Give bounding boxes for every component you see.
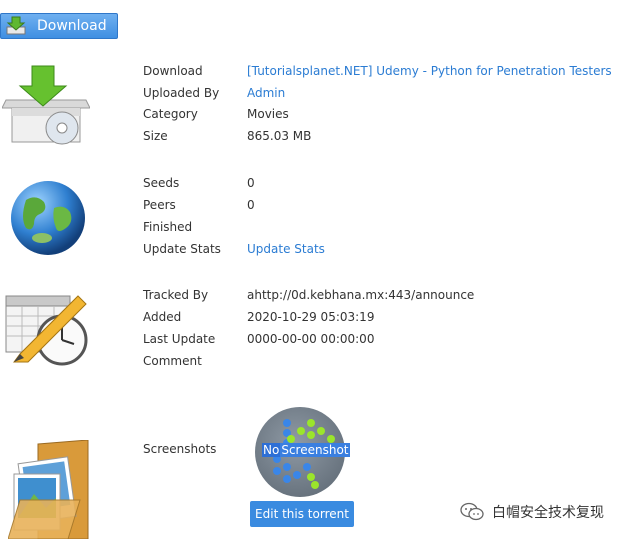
comment-label: Comment — [143, 354, 202, 368]
download-label: Download — [143, 64, 203, 78]
watermark: 白帽安全技术复现 — [460, 502, 604, 522]
category-label: Category — [143, 107, 198, 121]
no-screenshot-rest: Screenshot — [280, 443, 350, 457]
edit-torrent-button[interactable]: Edit this torrent — [250, 501, 354, 527]
peers-value: 0 — [247, 198, 255, 212]
size-value: 865.03 MB — [247, 129, 312, 143]
seeds-value: 0 — [247, 176, 255, 190]
seeds-label: Seeds — [143, 176, 180, 190]
update-stats-link[interactable]: Update Stats — [247, 242, 325, 256]
added-value: 2020-10-29 05:03:19 — [247, 310, 375, 324]
globe-icon — [8, 178, 88, 258]
download-icon — [1, 13, 31, 39]
last-update-value: 0000-00-00 00:00:00 — [247, 332, 375, 346]
finished-label: Finished — [143, 220, 193, 234]
added-label: Added — [143, 310, 182, 324]
tracked-by-label: Tracked By — [143, 288, 209, 302]
calendar-clock-icon — [4, 290, 92, 368]
no-screenshot-no: No — [262, 443, 281, 457]
screenshots-label: Screenshots — [143, 442, 217, 456]
download-button[interactable]: Download — [0, 13, 118, 39]
update-stats-label: Update Stats — [143, 242, 221, 256]
size-label: Size — [143, 129, 168, 143]
download-box-disc-icon — [1, 64, 91, 148]
peers-label: Peers — [143, 198, 176, 212]
wechat-bubble-icon — [460, 502, 484, 521]
uploader-link[interactable]: Admin — [247, 86, 285, 100]
tracker-url: ahttp://0d.kebhana.mx:443/announce — [247, 288, 475, 302]
category-value: Movies — [247, 107, 289, 121]
folder-pictures-icon — [7, 439, 92, 540]
torrent-name-link[interactable]: [Tutorialsplanet.NET] Udemy - Python for… — [247, 64, 612, 78]
uploaded-by-label: Uploaded By — [143, 86, 220, 100]
last-update-label: Last Update — [143, 332, 216, 346]
watermark-text: 白帽安全技术复现 — [492, 505, 604, 521]
no-screenshot-text: No Screenshot — [262, 443, 350, 457]
download-button-label: Download — [37, 18, 107, 34]
